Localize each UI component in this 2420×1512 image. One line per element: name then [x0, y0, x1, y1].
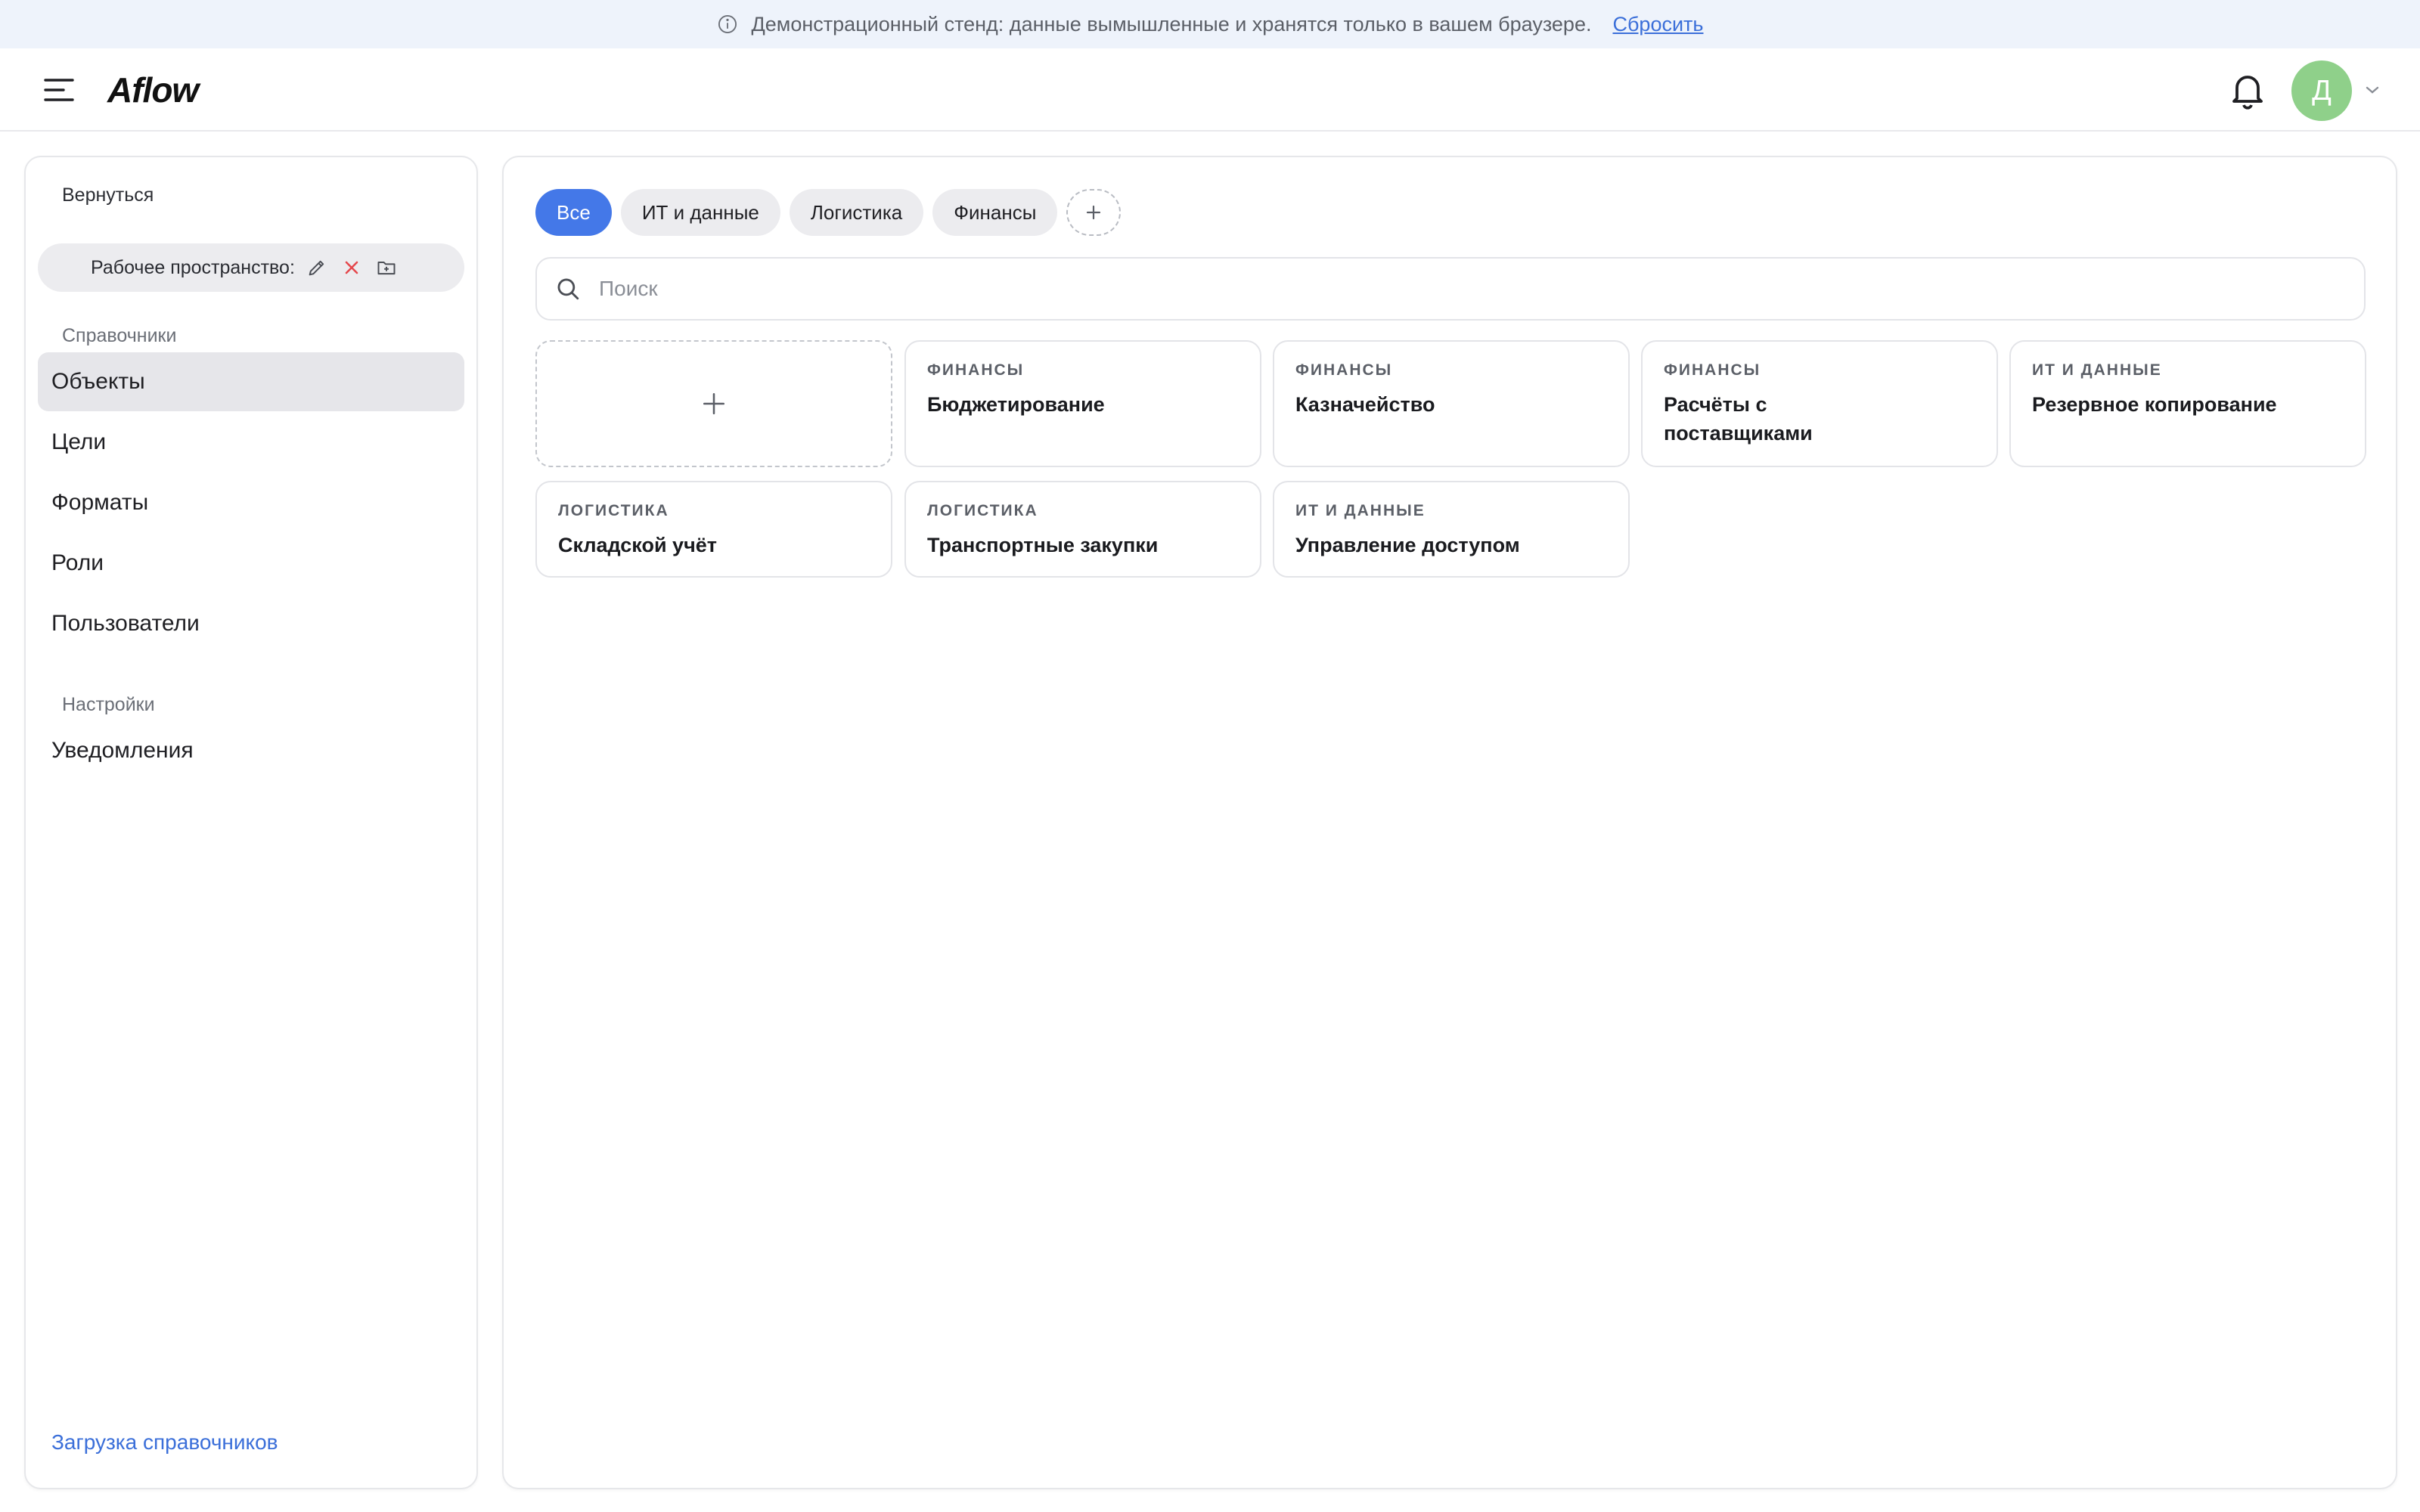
add-card-button[interactable] — [535, 340, 892, 467]
object-card[interactable]: Логистика Складской учёт — [535, 481, 892, 578]
object-card[interactable]: Финансы Бюджетирование — [904, 340, 1261, 467]
workspace-selector[interactable]: Рабочее пространство: — [38, 243, 464, 292]
card-category: Логистика — [558, 502, 669, 519]
main-panel: Все ИТ и данные Логистика Финансы Финанс… — [502, 156, 2397, 1489]
edit-workspace-button[interactable] — [304, 255, 330, 280]
app-logo: Aflow — [107, 70, 199, 110]
card-title: Бюджетирование — [927, 393, 1105, 416]
demo-banner: Демонстрационный стенд: данные вымышленн… — [0, 0, 2420, 48]
add-folder-button[interactable] — [374, 255, 399, 280]
bell-icon[interactable] — [2229, 71, 2266, 110]
search-icon — [557, 278, 579, 300]
tab-finance[interactable]: Финансы — [932, 189, 1058, 236]
tab-logistics[interactable]: Логистика — [789, 189, 924, 236]
sidebar-item-users[interactable]: Пользователи — [38, 594, 464, 653]
banner-text: Демонстрационный стенд: данные вымышленн… — [751, 12, 1592, 36]
user-avatar[interactable]: Д — [2291, 60, 2352, 121]
card-title: Резервное копирование — [2032, 393, 2277, 416]
delete-workspace-button[interactable] — [339, 255, 365, 280]
sidebar-item-roles[interactable]: Роли — [38, 534, 464, 593]
sidebar-item-goals[interactable]: Цели — [38, 413, 464, 472]
info-icon — [718, 14, 737, 34]
card-title: Складской учёт — [558, 534, 717, 556]
sidebar-item-notifications[interactable]: Уведомления — [38, 721, 464, 780]
sidebar: Вернуться Рабочее пространство: Справочн… — [24, 156, 478, 1489]
chevron-down-icon[interactable] — [2364, 83, 2381, 97]
card-category: Финансы — [1295, 361, 1393, 379]
card-title: Расчёты с поставщиками — [1664, 393, 1813, 445]
card-title: Транспортные закупки — [927, 534, 1159, 556]
object-card[interactable]: ИТ и данные Резервное копирование — [2009, 340, 2366, 467]
object-card[interactable]: Логистика Транспортные закупки — [904, 481, 1261, 578]
back-link[interactable]: Вернуться — [62, 184, 154, 206]
plus-icon — [703, 392, 725, 415]
sidebar-item-formats[interactable]: Форматы — [38, 473, 464, 532]
close-icon — [345, 261, 358, 274]
card-category: ИТ и данные — [2032, 361, 2162, 379]
card-category: Финансы — [927, 361, 1025, 379]
card-category: Логистика — [927, 502, 1038, 519]
card-title: Казначейство — [1295, 393, 1435, 416]
card-category: ИТ и данные — [1295, 502, 1426, 519]
card-category: Финансы — [1664, 361, 1761, 379]
card-title: Управление доступом — [1295, 534, 1520, 556]
plus-icon — [1087, 205, 1101, 220]
object-card[interactable]: ИТ и данные Управление доступом — [1273, 481, 1630, 578]
section-label-directories: Справочники — [62, 325, 177, 346]
search-input[interactable] — [599, 277, 2338, 301]
app-header: Aflow Д — [0, 48, 2420, 132]
add-tab-button[interactable] — [1066, 189, 1122, 236]
upload-directories-link[interactable]: Загрузка справочников — [51, 1430, 278, 1455]
object-card[interactable]: Финансы Расчёты с поставщиками — [1641, 340, 1998, 467]
search-box — [535, 257, 2366, 321]
folder-plus-icon — [377, 262, 396, 275]
reset-link[interactable]: Сбросить — [1612, 13, 1703, 36]
workspace-label: Рабочее пространство: — [91, 256, 295, 278]
sidebar-item-objects[interactable]: Объекты — [38, 352, 464, 411]
category-tabs: Все ИТ и данные Логистика Финансы — [535, 189, 1122, 236]
tab-all[interactable]: Все — [535, 189, 612, 236]
section-label-settings: Настройки — [62, 694, 155, 715]
menu-icon[interactable] — [44, 77, 74, 103]
pencil-icon — [309, 260, 324, 276]
tab-it-data[interactable]: ИТ и данные — [620, 189, 780, 236]
object-card[interactable]: Финансы Казначейство — [1273, 340, 1630, 467]
